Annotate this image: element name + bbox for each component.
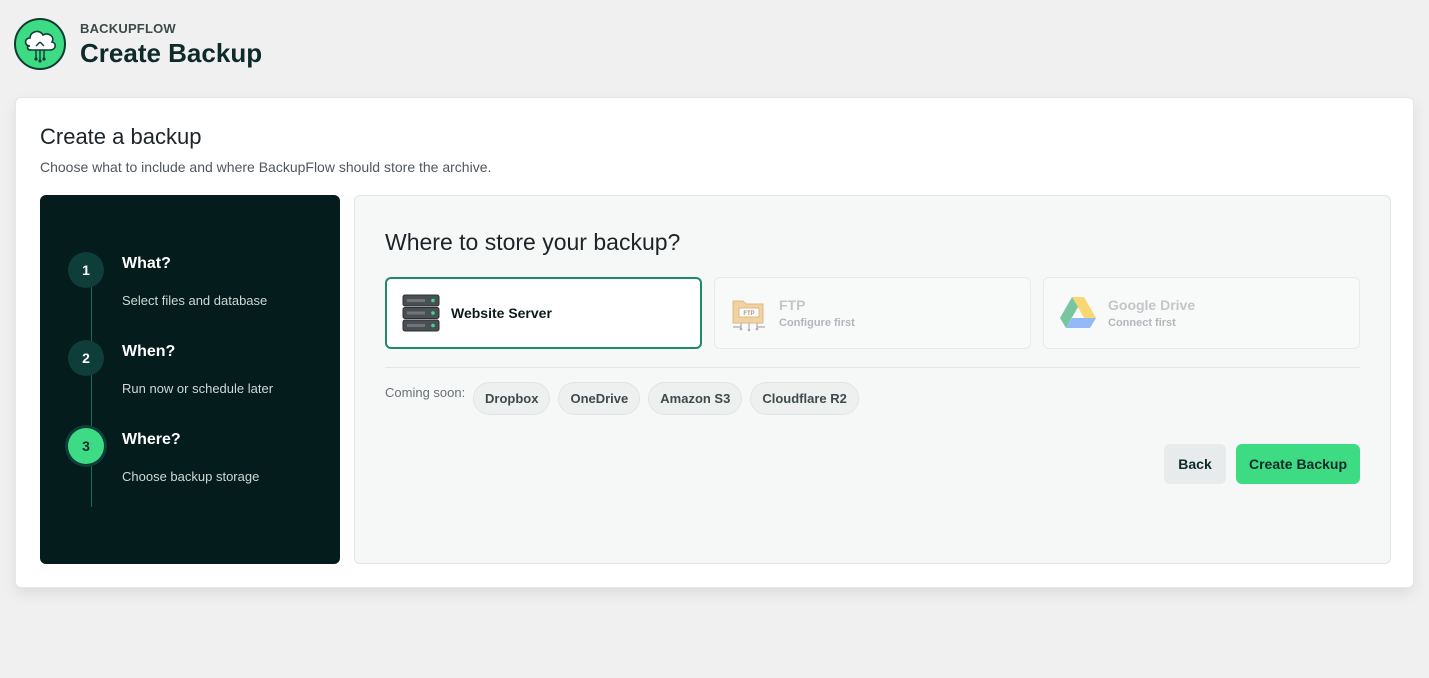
- storage-option-ftp[interactable]: FTP FTP Configure first: [714, 277, 1031, 349]
- chip-onedrive: OneDrive: [558, 382, 641, 415]
- card-title: Create a backup: [40, 124, 202, 149]
- panel-title: Where to store your backup?: [385, 229, 681, 255]
- step-description: Select files and database: [122, 293, 268, 308]
- step-title: When?: [122, 343, 176, 360]
- server-icon: [401, 293, 441, 333]
- back-button[interactable]: Back: [1164, 444, 1226, 484]
- option-status: Configure first: [779, 317, 855, 329]
- option-label: Google Drive: [1108, 297, 1196, 313]
- chip-amazon-s3: Amazon S3: [648, 382, 743, 415]
- coming-soon-chips: Dropbox OneDrive Amazon S3 Cloudflare R2: [473, 382, 859, 415]
- option-label: FTP: [779, 297, 806, 313]
- step-number: 1: [68, 252, 104, 288]
- divider: [385, 367, 1360, 368]
- storage-option-website-server[interactable]: Website Server: [385, 277, 702, 349]
- step-title: Where?: [122, 431, 181, 448]
- storage-option-google-drive[interactable]: Google Drive Connect first: [1043, 277, 1360, 349]
- google-drive-icon: [1058, 293, 1098, 333]
- chip-dropbox: Dropbox: [473, 382, 551, 415]
- steps-connector-line: [91, 285, 92, 507]
- brand-name: BACKUPFLOW: [80, 20, 176, 36]
- app-header: BACKUPFLOW Create Backup: [14, 18, 262, 70]
- svg-text:FTP: FTP: [743, 311, 754, 317]
- storage-panel: Where to store your backup? Website Serv…: [354, 195, 1391, 564]
- step-description: Choose backup storage: [122, 469, 260, 484]
- create-backup-card: Create a backup Choose what to include a…: [15, 97, 1414, 588]
- option-label: Website Server: [451, 305, 552, 321]
- coming-soon-label: Coming soon:: [385, 385, 466, 400]
- backupflow-logo-icon: [14, 18, 66, 70]
- ftp-folder-icon: FTP: [729, 293, 769, 333]
- page-title: Create Backup: [80, 37, 263, 68]
- wizard-steps: 1 What? Select files and database 2 When…: [40, 195, 340, 564]
- chip-cloudflare-r2: Cloudflare R2: [750, 382, 859, 415]
- option-status: Connect first: [1108, 317, 1176, 329]
- create-backup-button[interactable]: Create Backup: [1236, 444, 1360, 484]
- step-number-active: 3: [68, 428, 104, 464]
- step-description: Run now or schedule later: [122, 381, 274, 396]
- step-number: 2: [68, 340, 104, 376]
- card-subtitle: Choose what to include and where BackupF…: [40, 159, 492, 175]
- step-title: What?: [122, 255, 171, 272]
